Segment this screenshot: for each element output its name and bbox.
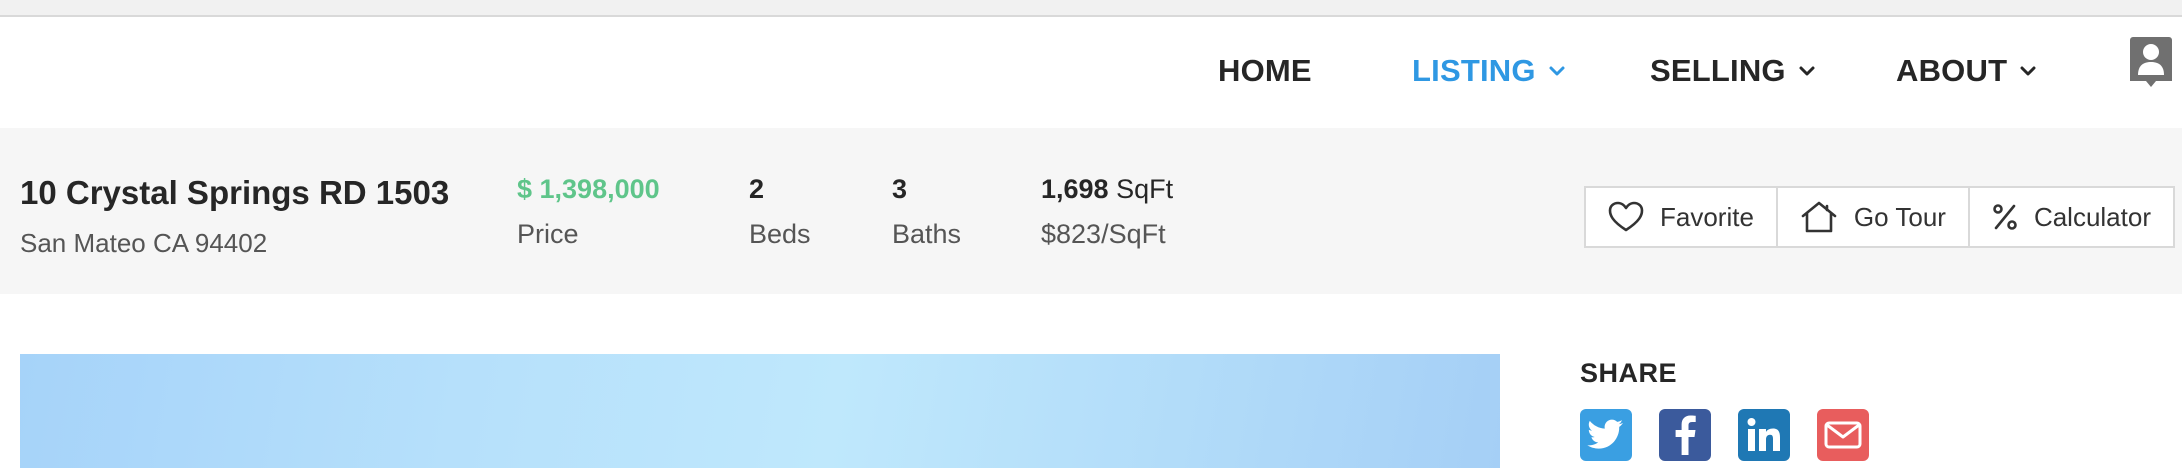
sqft-value: 1,698 SqFt (1041, 174, 1173, 205)
calculator-button[interactable]: Calculator (1970, 188, 2173, 246)
price-stat: $ 1,398,000 Price (517, 174, 660, 250)
chevron-down-icon (2019, 62, 2037, 80)
user-account-icon[interactable] (2130, 37, 2172, 103)
sqft-number: 1,698 (1041, 174, 1109, 204)
nav-home[interactable]: HOME (1218, 53, 1312, 89)
nav-home-label: HOME (1218, 53, 1312, 88)
nav-about-label: ABOUT (1896, 53, 2008, 88)
browser-top-strip (0, 0, 2182, 17)
nav-selling[interactable]: SELLING (1650, 53, 1816, 89)
share-icons (1580, 409, 1896, 461)
chevron-down-icon (1798, 62, 1816, 80)
listing-city: San Mateo CA 94402 (20, 228, 268, 258)
beds-label: Beds (749, 219, 811, 249)
chevron-down-icon (1548, 62, 1566, 80)
favorite-button[interactable]: Favorite (1586, 188, 1778, 246)
listing-photo[interactable] (20, 354, 1500, 468)
favorite-label: Favorite (1660, 201, 1754, 232)
baths-label: Baths (892, 219, 962, 249)
linkedin-icon[interactable] (1738, 409, 1790, 461)
nav-selling-label: SELLING (1650, 53, 1786, 88)
price-per-sqft: $823/SqFt (1041, 219, 1166, 249)
share-panel: SHARE (1580, 358, 1896, 461)
heart-icon (1608, 201, 1644, 233)
listing-street: 10 Crystal Springs RD 1503 (20, 174, 450, 211)
listing-actions: Favorite Go Tour Calculator (1584, 186, 2175, 248)
nav-about[interactable]: ABOUT (1896, 53, 2037, 89)
beds-stat: 2 Beds (749, 174, 811, 250)
price-value: $ 1,398,000 (517, 174, 660, 204)
sqft-stat: 1,698 SqFt $823/SqFt (1041, 174, 1173, 250)
facebook-icon[interactable] (1659, 409, 1711, 461)
main-nav: HOME LISTING SELLING ABOUT (0, 17, 2182, 128)
beds-value: 2 (749, 174, 765, 204)
listing-summary-bar: 10 Crystal Springs RD 1503 San Mateo CA … (0, 128, 2182, 294)
email-icon[interactable] (1817, 409, 1869, 461)
go-tour-button[interactable]: Go Tour (1778, 188, 1970, 246)
baths-stat: 3 Baths (892, 174, 961, 250)
baths-value: 3 (892, 174, 908, 204)
share-title: SHARE (1580, 358, 1678, 388)
price-label: Price (517, 219, 579, 249)
house-icon (1800, 200, 1838, 234)
calculator-label: Calculator (2033, 201, 2151, 232)
nav-listing-label: LISTING (1412, 53, 1536, 88)
sqft-unit: SqFt (1116, 174, 1174, 204)
twitter-icon[interactable] (1580, 409, 1632, 461)
percent-icon (1992, 203, 2018, 231)
nav-listing[interactable]: LISTING (1412, 53, 1566, 89)
listing-address: 10 Crystal Springs RD 1503 San Mateo CA … (20, 174, 449, 259)
go-tour-label: Go Tour (1853, 201, 1946, 232)
